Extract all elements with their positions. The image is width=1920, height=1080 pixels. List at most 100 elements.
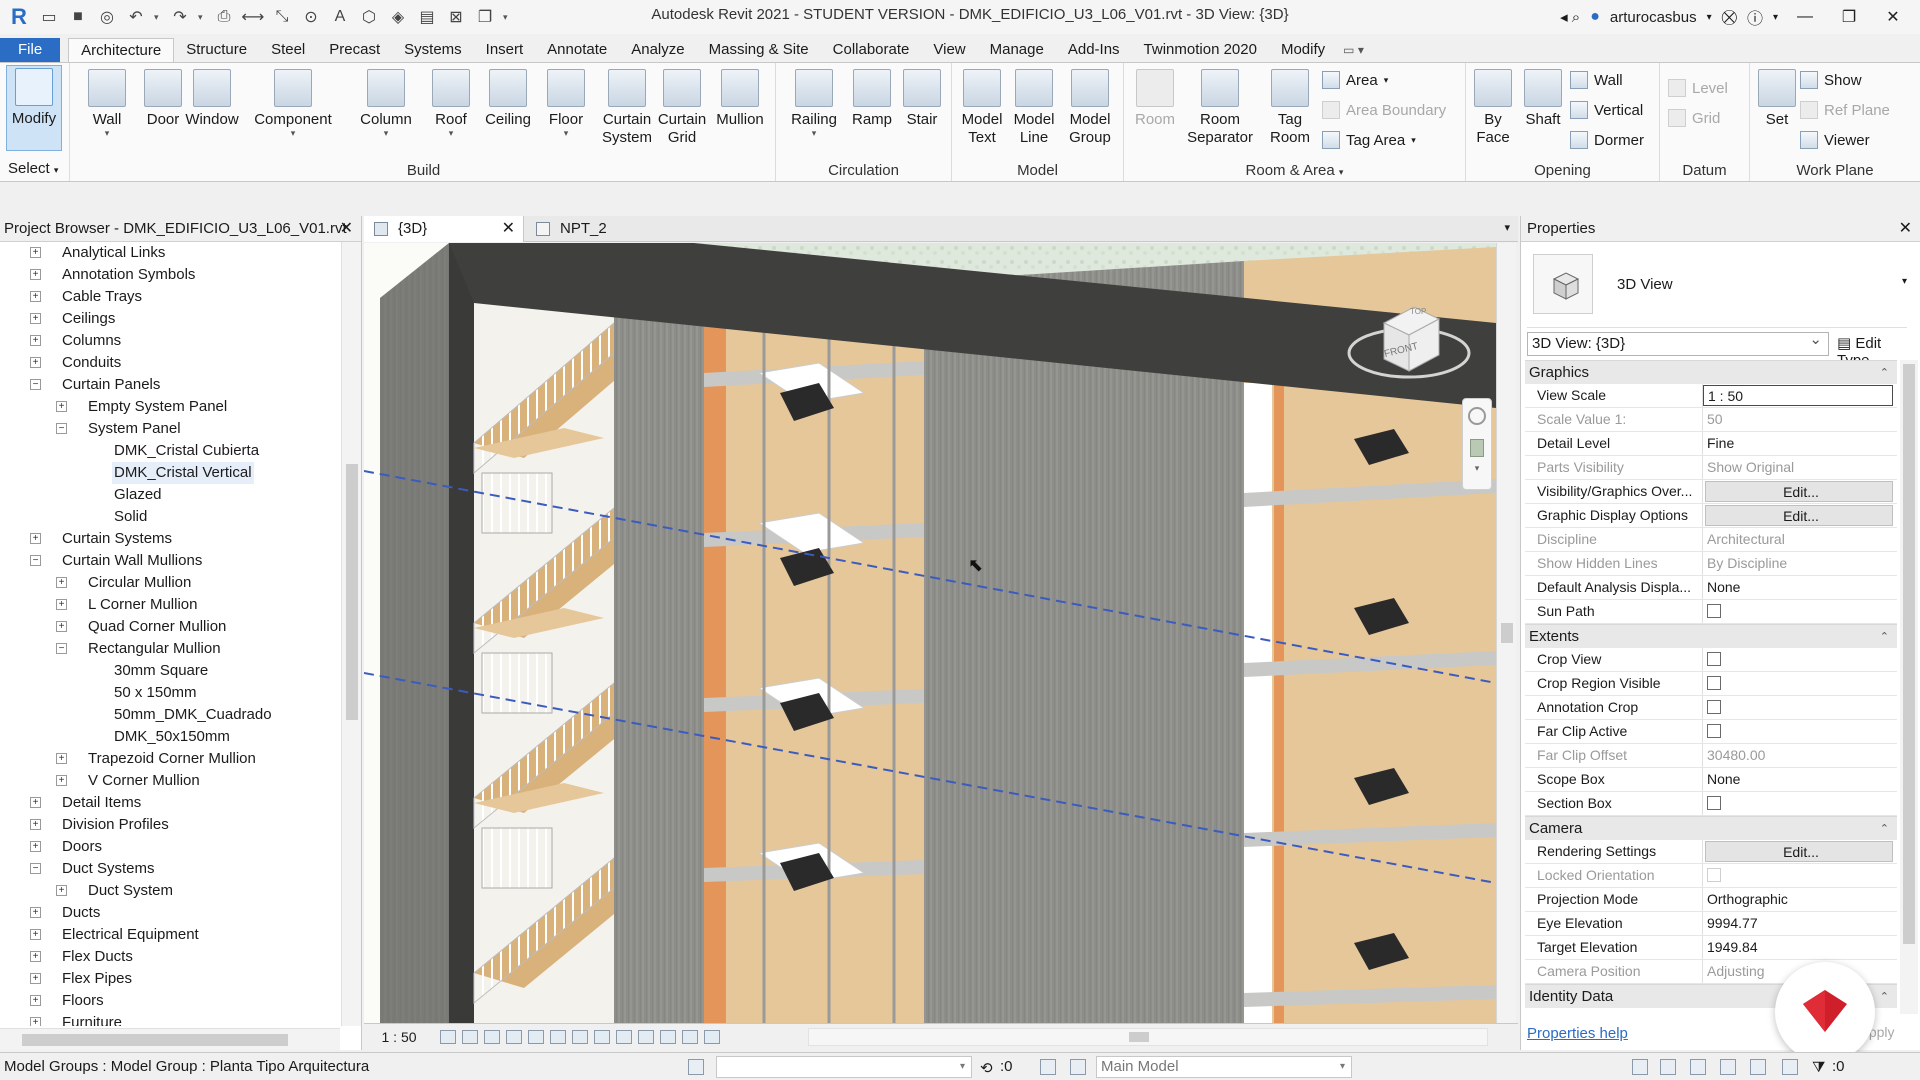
tag-room-button[interactable]: Tag Room	[1258, 67, 1322, 147]
tree-node[interactable]: Glazed	[0, 484, 340, 506]
instance-filter-dropdown[interactable]: 3D View: {3D}	[1527, 329, 1829, 356]
expand-icon[interactable]: +	[30, 797, 41, 808]
reveal-hidden-icon[interactable]	[638, 1030, 654, 1044]
checkbox-icon[interactable]	[1707, 604, 1721, 618]
property-category[interactable]: Camera ⌃	[1525, 816, 1897, 840]
restore-icon[interactable]: ❐	[1832, 7, 1866, 27]
scroll-thumb[interactable]	[1903, 364, 1915, 944]
property-value[interactable]: None	[1703, 768, 1897, 791]
select-links-icon[interactable]	[1632, 1059, 1648, 1075]
expand-icon[interactable]: +	[56, 577, 67, 588]
model-text-button[interactable]: Model Text	[956, 67, 1008, 147]
tree-node[interactable]: + Floors	[0, 990, 340, 1012]
tab-annotate[interactable]: Annotate	[535, 38, 619, 62]
expand-icon[interactable]: +	[30, 357, 41, 368]
room-area-group-label[interactable]: Room & Area ▾	[1124, 162, 1465, 179]
expand-icon[interactable]: +	[56, 401, 67, 412]
tree-node[interactable]: + V Corner Mullion	[0, 770, 340, 792]
chevron-down-icon[interactable]: ▾	[1773, 12, 1778, 23]
crop-view-icon[interactable]	[550, 1030, 566, 1044]
scroll-thumb[interactable]	[1501, 623, 1513, 643]
tree-node[interactable]: + Duct System	[0, 880, 340, 902]
property-checkbox[interactable]	[1703, 600, 1897, 623]
curtain-grid-button[interactable]: Curtain Grid	[650, 67, 714, 147]
revit-logo[interactable]: R	[6, 4, 32, 30]
tab-structure[interactable]: Structure	[174, 38, 259, 62]
tree-node[interactable]: 50mm_DMK_Cuadrado	[0, 704, 340, 726]
tree-node[interactable]: + Trapezoid Corner Mullion	[0, 748, 340, 770]
ref-plane-button[interactable]: Ref Plane	[1800, 99, 1890, 121]
checkbox-icon[interactable]	[1707, 652, 1721, 666]
window-button[interactable]: Window	[178, 67, 246, 129]
tab-3d-view[interactable]: {3D} ✕	[364, 216, 524, 242]
tree-node[interactable]: + Furniture	[0, 1012, 340, 1026]
close-icon[interactable]: ✕	[340, 216, 353, 242]
select-by-face-icon[interactable]	[1720, 1059, 1736, 1075]
property-checkbox[interactable]	[1703, 672, 1897, 695]
3d-viewport[interactable]: TOP FRONT ▾ ⬉	[364, 243, 1496, 1023]
tab-modify[interactable]: Modify	[1269, 38, 1337, 62]
property-category[interactable]: Graphics ⌃	[1525, 360, 1897, 384]
chevron-down-icon[interactable]: ▾	[503, 12, 511, 23]
property-checkbox[interactable]	[1703, 648, 1897, 671]
visual-style-icon[interactable]	[462, 1030, 478, 1044]
thin-lines-icon[interactable]: ▤	[416, 6, 438, 28]
collapse-icon[interactable]: −	[30, 379, 41, 390]
collapse-icon[interactable]: ⌃	[1880, 817, 1889, 841]
tree-node[interactable]: + Ceilings	[0, 308, 340, 330]
by-face-button[interactable]: By Face	[1468, 67, 1518, 147]
view-cube-top-label[interactable]: TOP	[1410, 307, 1426, 316]
tab-add-ins[interactable]: Add-Ins	[1056, 38, 1132, 62]
tree-node[interactable]: + Detail Items	[0, 792, 340, 814]
properties-help-link[interactable]: Properties help	[1527, 1025, 1628, 1042]
tab-view[interactable]: View	[921, 38, 977, 62]
tab-analyze[interactable]: Analyze	[619, 38, 696, 62]
detail-level-icon[interactable]	[440, 1030, 456, 1044]
sync-icon[interactable]: ◎	[96, 6, 118, 28]
close-icon[interactable]: ✕	[502, 216, 515, 242]
render-icon[interactable]	[528, 1030, 544, 1044]
tree-node[interactable]: − Curtain Wall Mullions	[0, 550, 340, 572]
expand-icon[interactable]: +	[30, 951, 41, 962]
view-horizontal-scrollbar[interactable]	[808, 1028, 1488, 1046]
tree-node[interactable]: − System Panel	[0, 418, 340, 440]
user-icon[interactable]: ●	[1590, 8, 1600, 26]
redo-icon[interactable]: ↷	[169, 6, 191, 28]
filter-icon[interactable]: ⧩	[1812, 1059, 1828, 1076]
vertical-opening-button[interactable]: Vertical	[1570, 99, 1643, 121]
expand-icon[interactable]: +	[56, 599, 67, 610]
expand-icon[interactable]: +	[30, 819, 41, 830]
roof-button[interactable]: Roof ▾	[424, 67, 478, 138]
chevron-down-icon[interactable]: ▾	[1463, 463, 1491, 474]
edit-button[interactable]: Edit...	[1705, 841, 1893, 862]
close-icon[interactable]: ✕	[1899, 216, 1912, 242]
tab-npt-2[interactable]: NPT_2	[526, 216, 656, 242]
expand-icon[interactable]: +	[56, 621, 67, 632]
collapse-icon[interactable]: −	[30, 863, 41, 874]
expand-icon[interactable]: +	[56, 753, 67, 764]
select-pinned-icon[interactable]	[1690, 1059, 1706, 1075]
browser-horizontal-scrollbar[interactable]	[0, 1028, 340, 1050]
print-icon[interactable]: ⎙	[213, 6, 235, 28]
search-icon[interactable]: ◂ ⌕	[1560, 8, 1580, 26]
minimize-icon[interactable]: —	[1788, 8, 1822, 26]
expand-icon[interactable]: +	[30, 841, 41, 852]
select-dropdown[interactable]: Select ▾	[0, 159, 70, 181]
save-icon[interactable]: ■	[67, 6, 89, 28]
column-button[interactable]: Column ▾	[352, 67, 420, 138]
worksharing-icon[interactable]	[660, 1030, 676, 1044]
property-value[interactable]: Fine	[1703, 432, 1897, 455]
constraints-icon[interactable]	[704, 1030, 720, 1044]
tree-node[interactable]: + Quad Corner Mullion	[0, 616, 340, 638]
property-value[interactable]: Orthographic	[1703, 888, 1897, 911]
type-selector[interactable]: 3D View ▾	[1527, 246, 1907, 328]
collapse-icon[interactable]: −	[56, 643, 67, 654]
tab-file[interactable]: File	[0, 38, 61, 62]
expand-icon[interactable]: +	[30, 995, 41, 1006]
property-value-input[interactable]: 1 : 50	[1703, 385, 1893, 406]
browser-vertical-scrollbar[interactable]	[341, 242, 361, 1026]
modify-button[interactable]: Modify	[6, 65, 62, 151]
tree-node[interactable]: + Circular Mullion	[0, 572, 340, 594]
tree-node[interactable]: + L Corner Mullion	[0, 594, 340, 616]
sun-path-icon[interactable]	[484, 1030, 500, 1044]
